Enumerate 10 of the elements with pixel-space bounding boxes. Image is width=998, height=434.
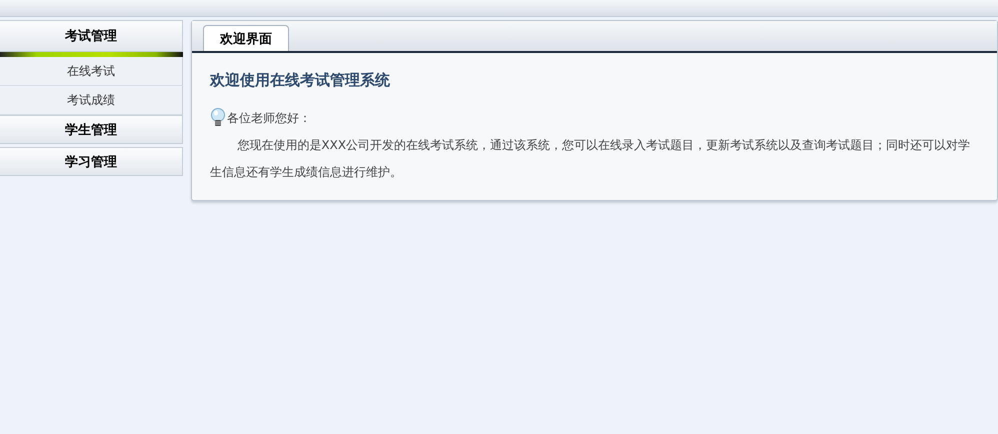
intro-paragraph: 您现在使用的是XXX公司开发的在线考试系统，通过该系统，您可以在线录入考试题目，更新考试系统以及查询考试题目；同时还可以对学生信息还有学生成绩信息进行维护。	[210, 137, 972, 181]
welcome-heading: 欢迎使用在线考试管理系统	[210, 71, 391, 90]
menu-group-header[interactable]: 学生管理	[0, 115, 183, 144]
menu-item[interactable]: 考试成绩	[0, 86, 183, 115]
menu-group-header[interactable]: 学习管理	[0, 147, 183, 176]
menu-group-header[interactable]: 考试管理	[0, 20, 183, 52]
lightbulb-icon	[210, 108, 226, 128]
greeting-text: 各位老师您好：	[226, 110, 311, 126]
menu-item[interactable]: 在线考试	[0, 57, 183, 86]
tab[interactable]: 欢迎界面	[202, 25, 289, 51]
